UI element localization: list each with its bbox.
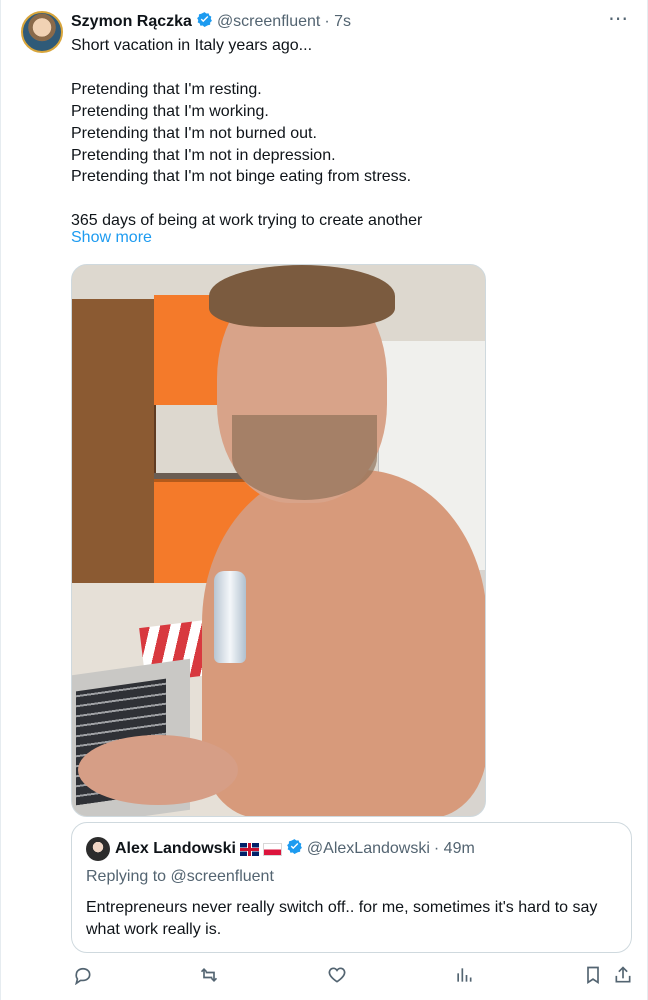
tweet-text: Short vacation in Italy years ago... Pre… — [71, 37, 423, 230]
tweet-time[interactable]: · 7s — [324, 13, 351, 31]
quoted-author-handle[interactable]: @AlexLandowski — [307, 840, 430, 858]
tweet-actions-bar — [71, 962, 634, 994]
verified-badge-icon — [196, 11, 213, 33]
quoted-author-avatar[interactable] — [86, 837, 110, 861]
poland-flag-icon — [262, 842, 282, 856]
replying-to-text[interactable]: Replying to @screenfluent — [86, 868, 274, 886]
uk-flag-icon — [239, 842, 259, 856]
repost-icon — [199, 967, 219, 988]
photo-person-hair — [209, 265, 395, 327]
repost-button[interactable] — [197, 962, 221, 990]
share-icon — [613, 965, 633, 988]
tweet-photo[interactable] — [71, 264, 486, 817]
photo-door — [72, 299, 156, 584]
tweet-header: Szymon Rączka @screenfluent · 7s — [71, 11, 351, 33]
more-horizontal-icon[interactable]: ⋯ — [606, 9, 630, 32]
like-icon — [327, 966, 347, 988]
photo-person-beard — [232, 415, 377, 500]
reply-icon — [73, 967, 93, 988]
share-button[interactable] — [611, 962, 635, 990]
show-more-link[interactable]: Show more — [71, 229, 152, 247]
views-button[interactable] — [452, 962, 476, 990]
reply-button[interactable] — [71, 962, 95, 990]
quoted-verified-badge-icon — [286, 838, 303, 860]
left-border — [0, 0, 1, 1000]
author-display-name[interactable]: Szymon Rączka — [71, 13, 192, 31]
photo-hand — [78, 735, 238, 805]
author-avatar[interactable] — [21, 11, 63, 53]
like-button[interactable] — [325, 962, 349, 990]
quoted-tweet-header: Alex Landowski @AlexLandowski · 49m — [115, 838, 475, 860]
bookmark-button[interactable] — [581, 962, 605, 990]
quoted-tweet-card[interactable]: Alex Landowski @AlexLandowski · 49m Repl… — [71, 822, 632, 953]
views-icon — [454, 967, 474, 988]
bookmark-icon — [583, 966, 603, 988]
photo-water-bottle — [214, 571, 246, 663]
author-handle[interactable]: @screenfluent — [217, 13, 320, 31]
quoted-tweet-text: Entrepreneurs never really switch off.. … — [86, 899, 598, 938]
quoted-author-display-name[interactable]: Alex Landowski — [115, 840, 236, 858]
quoted-tweet-time[interactable]: · 49m — [434, 840, 475, 858]
